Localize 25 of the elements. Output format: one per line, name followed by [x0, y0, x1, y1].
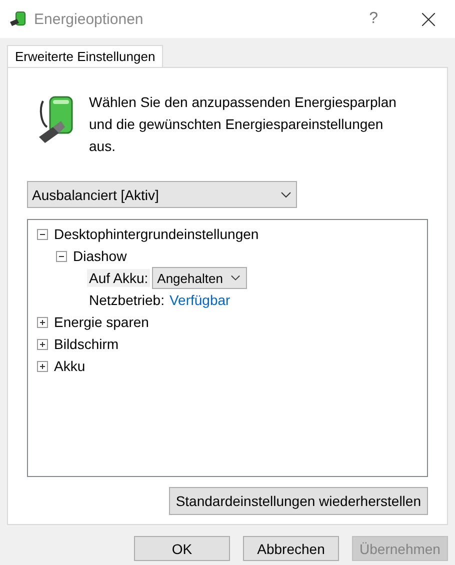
expander-icon[interactable]	[37, 360, 48, 372]
tab[interactable]: Erweiterte Einstellungen	[7, 45, 164, 67]
setting-label[interactable]: Netzbetrieb:	[87, 291, 166, 309]
tree-item[interactable]: Diashow	[73, 248, 127, 264]
expander-icon[interactable]	[37, 338, 48, 350]
expander-icon[interactable]	[37, 228, 48, 240]
window-title: Energieoptionen	[34, 10, 144, 28]
expander-icon[interactable]	[37, 316, 48, 328]
plan-dropdown[interactable]: Ausbalanciert [Aktiv]	[27, 181, 297, 208]
setting-label[interactable]: Auf Akku:	[87, 269, 150, 287]
restore-defaults-button[interactable]: Standardeinstellungen wiederherstellen	[168, 487, 428, 515]
help-button[interactable]: ?	[369, 10, 378, 28]
expander-icon[interactable]	[56, 250, 67, 262]
close-icon[interactable]	[422, 12, 435, 26]
tree-item[interactable]: Energie sparen	[54, 314, 149, 330]
instruction-text: Wählen Sie den anzupassenden Energiesparplan und die gewünschten Energiespareinstellungen aus.	[89, 93, 398, 156]
value-dropdown[interactable]: Angehalten	[152, 267, 247, 289]
tree-item[interactable]: Akku	[54, 358, 86, 374]
tree-item[interactable]: Desktophintergrundeinstellungen	[54, 226, 259, 242]
chevron-down-icon	[230, 275, 240, 281]
dialog-button[interactable]: OK	[134, 536, 230, 561]
chevron-down-icon	[281, 192, 291, 198]
dialog-button[interactable]: Abbrechen	[243, 536, 339, 561]
tree-item[interactable]: Bildschirm	[54, 336, 119, 352]
value-link[interactable]: Verfügbar	[169, 292, 230, 308]
